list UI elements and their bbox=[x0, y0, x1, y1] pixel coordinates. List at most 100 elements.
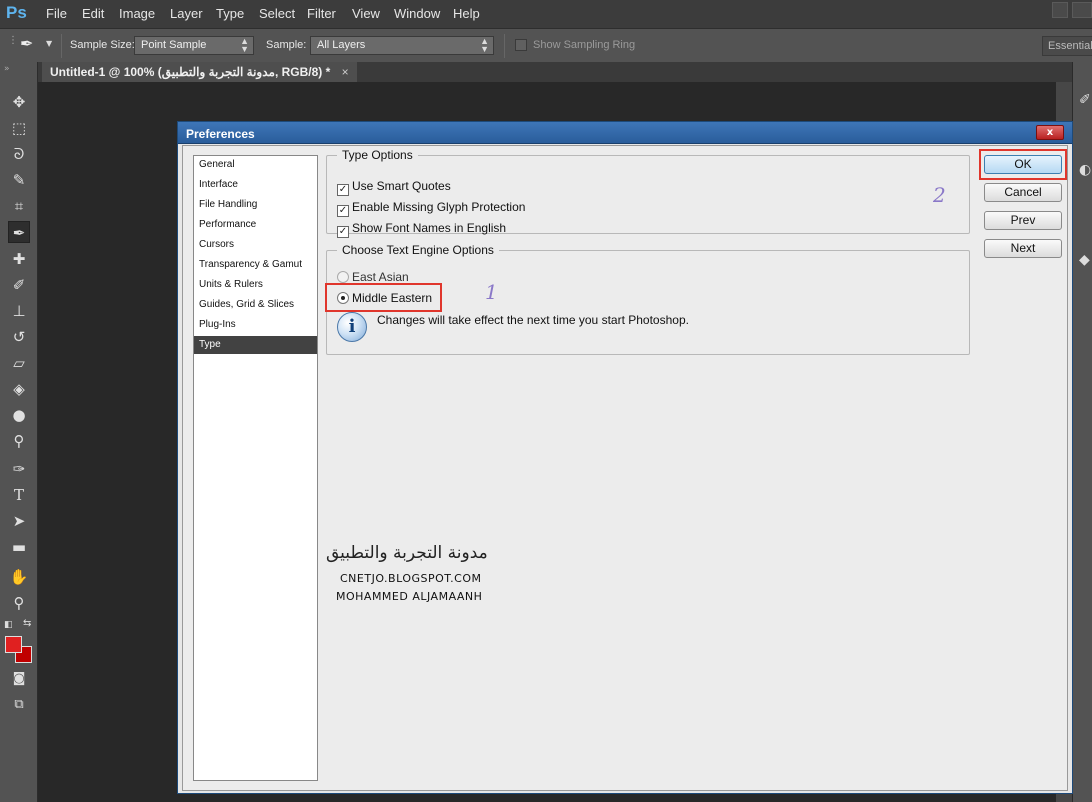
document-tab[interactable]: Untitled-1 @ 100% (مدونة التجربة والتطبي… bbox=[42, 62, 357, 82]
sample-select[interactable]: All Layers ▲ ▼ bbox=[310, 36, 494, 55]
category-units-rulers[interactable]: Units & Rulers bbox=[194, 276, 317, 294]
quick-selection-icon[interactable]: ✎ bbox=[8, 169, 30, 191]
menu-edit[interactable]: Edit bbox=[82, 6, 104, 21]
pen-icon[interactable]: ✑ bbox=[8, 458, 30, 480]
category-cursors[interactable]: Cursors bbox=[194, 236, 317, 254]
zoom-icon[interactable]: ⚲ bbox=[8, 592, 30, 614]
category-file-handling[interactable]: File Handling bbox=[194, 196, 317, 214]
dialog-title: Preferences bbox=[186, 127, 255, 141]
east-asian-option[interactable]: East Asian bbox=[337, 270, 409, 284]
category-type[interactable]: Type bbox=[194, 336, 317, 354]
menu-layer[interactable]: Layer bbox=[170, 6, 203, 21]
blur-icon[interactable]: ● bbox=[8, 404, 30, 426]
healing-brush-icon[interactable]: ✚ bbox=[8, 248, 30, 270]
clone-stamp-icon[interactable]: ⊥ bbox=[8, 300, 30, 322]
panel-icon[interactable]: ✐ bbox=[1079, 92, 1091, 108]
show-sampling-ring-checkbox[interactable] bbox=[515, 39, 527, 51]
prev-button[interactable]: Prev bbox=[984, 211, 1062, 230]
step-number-2: 2 bbox=[933, 183, 946, 207]
close-tab-icon[interactable]: × bbox=[342, 65, 349, 79]
type-options-group: Type Options ✓ Use Smart Quotes ✓ Enable M… bbox=[326, 148, 970, 238]
sample-value: All Layers bbox=[317, 39, 366, 51]
menu-bar: Ps File Edit Image Layer Type Select Fil… bbox=[0, 0, 1092, 28]
cancel-button[interactable]: Cancel bbox=[984, 183, 1062, 202]
east-asian-radio[interactable] bbox=[337, 271, 349, 283]
dodge-icon[interactable]: ⚲ bbox=[8, 430, 30, 452]
panel-icon[interactable]: ◐ bbox=[1079, 162, 1091, 178]
workspace-switcher[interactable]: Essentials bbox=[1042, 36, 1092, 56]
watermark-url: CNETJO.BLOGSPOT.COM bbox=[340, 572, 482, 585]
restart-info-text: Changes will take effect the next time y… bbox=[377, 313, 689, 327]
sample-size-value: Point Sample bbox=[141, 39, 207, 51]
missing-glyph-checkbox[interactable]: ✓ bbox=[337, 205, 349, 217]
foreground-color-swatch[interactable] bbox=[5, 636, 22, 653]
type-options-legend: Type Options bbox=[342, 148, 413, 162]
category-performance[interactable]: Performance bbox=[194, 216, 317, 234]
paint-bucket-icon[interactable]: ◈ bbox=[8, 378, 30, 400]
eraser-icon[interactable]: ▱ bbox=[8, 352, 30, 374]
font-names-english-label: Show Font Names in English bbox=[352, 221, 507, 235]
tools-panel: » ✥ ⬚ ᘐ ✎ ⌗ ✒ ✚ ✐ ⊥ ↺ ▱ ◈ ● ⚲ ✑ T ➤ ▬ ✋ … bbox=[0, 62, 38, 802]
sample-size-label: Sample Size: bbox=[70, 39, 135, 51]
category-general[interactable]: General bbox=[194, 156, 317, 174]
category-list: General Interface File Handling Performa… bbox=[193, 155, 318, 781]
menu-file[interactable]: File bbox=[46, 6, 67, 21]
category-transparency-gamut[interactable]: Transparency & Gamut bbox=[194, 256, 317, 274]
crop-icon[interactable]: ⌗ bbox=[8, 195, 30, 217]
watermark-author: MOHAMMED ALJAMAANH bbox=[336, 590, 483, 603]
menu-filter[interactable]: Filter bbox=[307, 6, 336, 21]
path-selection-icon[interactable]: ➤ bbox=[8, 510, 30, 532]
highlight-middle-eastern bbox=[325, 283, 442, 312]
type-icon[interactable]: T bbox=[8, 484, 30, 506]
lasso-icon[interactable]: ᘐ bbox=[8, 143, 30, 165]
missing-glyph-label: Enable Missing Glyph Protection bbox=[352, 200, 526, 214]
font-names-english-checkbox[interactable]: ✓ bbox=[337, 226, 349, 238]
photoshop-logo: Ps bbox=[6, 3, 27, 22]
swap-colors-icon[interactable]: ⇆ bbox=[23, 618, 31, 629]
history-brush-icon[interactable]: ↺ bbox=[8, 326, 30, 348]
sample-size-select[interactable]: Point Sample ▲ ▼ bbox=[134, 36, 254, 55]
quick-mask-icon[interactable]: ◙ bbox=[8, 668, 30, 690]
menu-type[interactable]: Type bbox=[216, 6, 244, 21]
preset-dropdown-icon[interactable]: ▼ bbox=[46, 39, 52, 48]
select-arrows-icon: ▲ ▼ bbox=[240, 36, 249, 54]
font-names-english-option[interactable]: ✓ Show Font Names in English bbox=[337, 221, 506, 238]
info-icon: i bbox=[337, 312, 367, 342]
step-number-1: 1 bbox=[485, 280, 498, 304]
missing-glyph-option[interactable]: ✓ Enable Missing Glyph Protection bbox=[337, 200, 525, 217]
document-title: Untitled-1 @ 100% (مدونة التجربة والتطبي… bbox=[50, 65, 331, 79]
ok-button[interactable]: OK bbox=[984, 155, 1062, 174]
smart-quotes-option[interactable]: ✓ Use Smart Quotes bbox=[337, 179, 451, 196]
dialog-titlebar[interactable]: Preferences x bbox=[178, 122, 1072, 144]
brush-icon[interactable]: ✐ bbox=[8, 274, 30, 296]
move-icon[interactable]: ✥ bbox=[8, 91, 30, 113]
options-divider bbox=[504, 34, 505, 58]
next-button[interactable]: Next bbox=[984, 239, 1062, 258]
menu-view[interactable]: View bbox=[352, 6, 380, 21]
default-colors-icon[interactable]: ◧ bbox=[4, 620, 13, 630]
rectangle-icon[interactable]: ▬ bbox=[8, 536, 30, 558]
preferences-dialog: Preferences x General Interface File Han… bbox=[177, 121, 1073, 794]
dialog-body: General Interface File Handling Performa… bbox=[182, 145, 1068, 791]
restore-button[interactable] bbox=[1072, 2, 1092, 18]
eyedropper-preset-icon[interactable]: ✒ bbox=[20, 34, 33, 53]
category-guides-grid-slices[interactable]: Guides, Grid & Slices bbox=[194, 296, 317, 314]
menu-window[interactable]: Window bbox=[394, 6, 440, 21]
dialog-close-button[interactable]: x bbox=[1036, 125, 1064, 140]
eyedropper-icon[interactable]: ✒ bbox=[8, 221, 30, 243]
smart-quotes-checkbox[interactable]: ✓ bbox=[337, 184, 349, 196]
category-plug-ins[interactable]: Plug-Ins bbox=[194, 316, 317, 334]
options-divider bbox=[61, 34, 62, 58]
hand-icon[interactable]: ✋ bbox=[8, 566, 30, 588]
menu-image[interactable]: Image bbox=[119, 6, 155, 21]
marquee-icon[interactable]: ⬚ bbox=[8, 117, 30, 139]
screen-mode-icon[interactable]: ⧉ bbox=[8, 694, 30, 716]
minimize-button[interactable] bbox=[1052, 2, 1068, 18]
collapse-icon[interactable]: » bbox=[4, 64, 10, 74]
east-asian-label: East Asian bbox=[352, 270, 409, 284]
category-interface[interactable]: Interface bbox=[194, 176, 317, 194]
menu-help[interactable]: Help bbox=[453, 6, 480, 21]
menu-select[interactable]: Select bbox=[259, 6, 295, 21]
layers-icon[interactable]: ◆ bbox=[1079, 252, 1090, 268]
panel-dock: ✐ ◐ ◆ bbox=[1072, 62, 1092, 802]
